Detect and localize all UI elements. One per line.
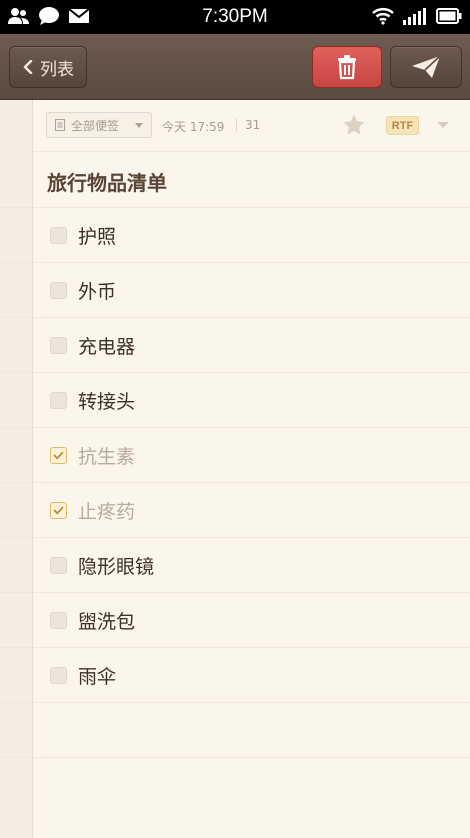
folder-dropdown-label: 全部便签 bbox=[71, 118, 120, 133]
checklist-item-label: 护照 bbox=[78, 226, 117, 248]
checklist-item-label: 隐形眼镜 bbox=[78, 556, 155, 578]
note-page: 全部便签 今天 17:59 31 RTF 旅行物品清单 护照外币充电器转接头抗生… bbox=[0, 100, 470, 838]
signal-icon bbox=[403, 8, 426, 25]
note-char-count: 31 bbox=[236, 118, 260, 132]
blank-line[interactable] bbox=[0, 702, 470, 757]
wifi-icon bbox=[372, 8, 394, 25]
note-doc-icon bbox=[55, 119, 65, 131]
star-icon[interactable] bbox=[342, 113, 366, 137]
chevron-left-icon bbox=[23, 60, 33, 74]
checklist-item-label: 充电器 bbox=[78, 336, 136, 358]
checklist-item[interactable]: 雨伞 bbox=[0, 647, 470, 702]
delete-note-button[interactable] bbox=[312, 46, 382, 88]
checklist-item-label: 盥洗包 bbox=[78, 611, 136, 633]
folder-dropdown[interactable]: 全部便签 bbox=[46, 112, 152, 138]
checkbox[interactable] bbox=[50, 612, 67, 629]
checklist-item[interactable]: 外币 bbox=[0, 262, 470, 317]
checkbox-checked[interactable] bbox=[50, 447, 67, 464]
checkbox[interactable] bbox=[50, 337, 67, 354]
battery-icon bbox=[436, 8, 462, 24]
trash-icon bbox=[338, 55, 356, 80]
status-bar: 7:30PM bbox=[0, 0, 470, 34]
note-modified-time: 今天 17:59 bbox=[162, 120, 225, 134]
checklist-item[interactable]: 止疼药 bbox=[0, 482, 470, 537]
checkbox[interactable] bbox=[50, 667, 67, 684]
note-title[interactable]: 旅行物品清单 bbox=[47, 167, 167, 196]
note-title-row: 旅行物品清单 bbox=[33, 151, 470, 207]
chevron-down-icon[interactable] bbox=[436, 120, 450, 130]
checkbox[interactable] bbox=[50, 392, 67, 409]
checklist-item[interactable]: 隐形眼镜 bbox=[0, 537, 470, 592]
checklist-item-label: 抗生素 bbox=[78, 446, 136, 468]
checkbox-checked[interactable] bbox=[50, 502, 67, 519]
format-badge[interactable]: RTF bbox=[386, 116, 419, 135]
checkbox[interactable] bbox=[50, 282, 67, 299]
checkmark-icon bbox=[53, 506, 64, 515]
checklist-item[interactable]: 抗生素 bbox=[0, 427, 470, 482]
paper-plane-icon bbox=[412, 55, 441, 78]
note-toolbar: 列表 bbox=[0, 34, 470, 100]
checklist: 护照外币充电器转接头抗生素止疼药隐形眼镜盥洗包雨伞 bbox=[0, 207, 470, 812]
caret-down-icon bbox=[135, 123, 143, 128]
send-note-button[interactable] bbox=[390, 46, 462, 88]
checklist-item[interactable]: 转接头 bbox=[0, 372, 470, 427]
back-to-list-button[interactable]: 列表 bbox=[9, 46, 87, 88]
checklist-item[interactable]: 护照 bbox=[0, 207, 470, 262]
checklist-item-label: 外币 bbox=[78, 281, 117, 303]
note-meta-row: 全部便签 今天 17:59 31 RTF bbox=[33, 100, 470, 151]
checklist-item-label: 雨伞 bbox=[78, 666, 117, 688]
checklist-item[interactable]: 盥洗包 bbox=[0, 592, 470, 647]
checkmark-icon bbox=[53, 451, 64, 460]
checkbox[interactable] bbox=[50, 557, 67, 574]
checklist-item[interactable]: 充电器 bbox=[0, 317, 470, 372]
checkbox[interactable] bbox=[50, 227, 67, 244]
back-button-label: 列表 bbox=[40, 59, 74, 80]
checklist-item-label: 止疼药 bbox=[78, 501, 136, 523]
checklist-item-label: 转接头 bbox=[78, 391, 136, 413]
blank-line[interactable] bbox=[0, 757, 470, 812]
